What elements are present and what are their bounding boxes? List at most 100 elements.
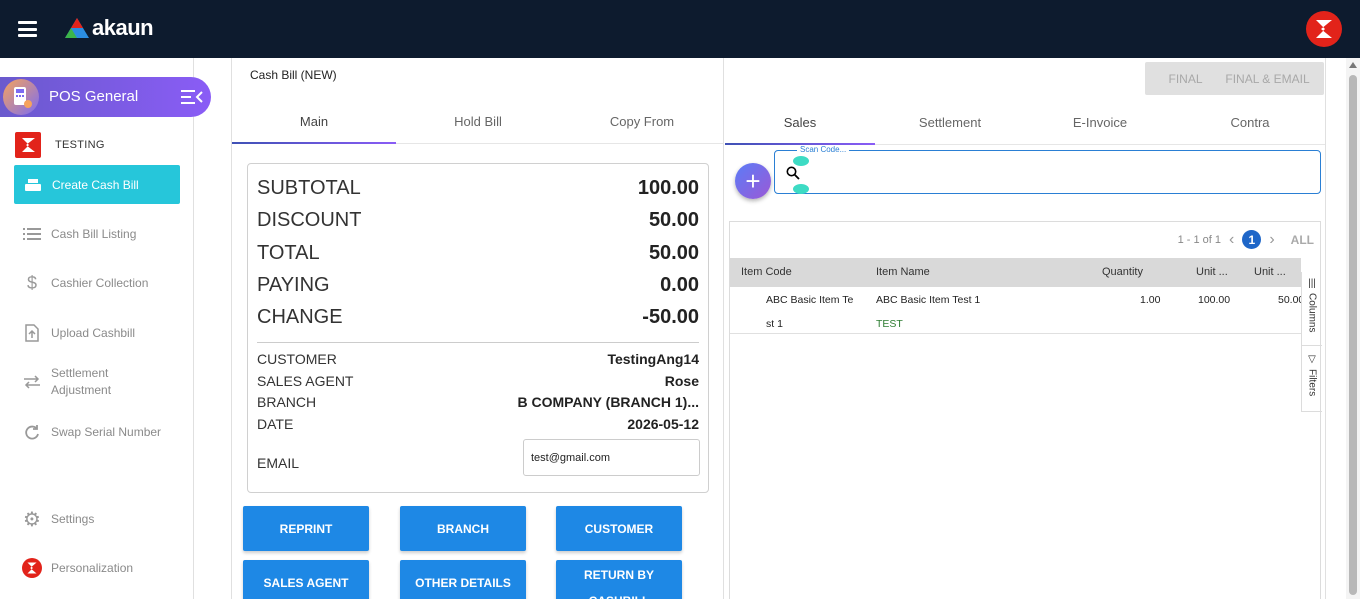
scrollbar-thumb[interactable] (1349, 75, 1357, 595)
gear-icon: ⚙ (23, 508, 41, 531)
quantity-cell: 1.00 (1140, 294, 1161, 306)
tab-contra[interactable]: Contra (1175, 108, 1325, 144)
discount-label: DISCOUNT (257, 209, 362, 231)
sidebar-item-upload-cashbill[interactable]: Upload Cashbill (22, 324, 135, 342)
filters-tool[interactable]: ▽ Filters (1302, 354, 1322, 412)
total-label: TOTAL (257, 242, 320, 264)
columns-tool-label: Columns (1306, 293, 1318, 333)
item-code-cell: st 1 (766, 318, 783, 330)
columns-icon: ||| (1308, 278, 1316, 289)
paying-label: PAYING (257, 274, 330, 296)
org-name: TESTING (55, 139, 105, 151)
other-details-button[interactable]: OTHER DETAILS (400, 560, 526, 599)
scanner-indicator-icon (793, 156, 809, 166)
user-avatar[interactable] (1306, 11, 1342, 47)
pagination: 1 - 1 of 1 ‹ 1 › ALL (1178, 230, 1314, 249)
organization[interactable]: TESTING (15, 132, 105, 158)
left-tabs: Main Hold Bill Copy From (232, 108, 724, 144)
sidebar-item-label: Settings (51, 512, 95, 526)
module-switcher[interactable]: POS General (0, 77, 211, 117)
customer-row: CUSTOMER TestingAng14 (257, 351, 699, 367)
top-app-bar: akaun (0, 0, 1360, 58)
columns-tool[interactable]: ||| Columns (1302, 278, 1322, 346)
scroll-up-icon[interactable] (1349, 62, 1357, 68)
brand-mark-icon (22, 558, 42, 578)
column-header[interactable]: Unit ... (1196, 266, 1228, 278)
subtotal-row: SUBTOTAL 100.00 (257, 177, 699, 200)
grid-header: Item Code Item Name Quantity Unit ... Un… (730, 258, 1301, 287)
sales-agent-label: SALES AGENT (257, 373, 354, 389)
branch-row: BRANCH B COMPANY (BRANCH 1)... (257, 394, 699, 410)
column-header[interactable]: Unit ... (1254, 266, 1286, 278)
unit-price-cell: 100.00 (1198, 294, 1231, 306)
add-item-button[interactable]: + (735, 163, 771, 199)
subtotal-value: 100.00 (637, 177, 699, 199)
upload-file-icon (22, 324, 42, 342)
page-range: 1 - 1 of 1 (1177, 233, 1222, 246)
customer-button[interactable]: CUSTOMER (556, 506, 682, 551)
org-logo-icon (15, 132, 41, 158)
date-value: 2026-05-12 (627, 416, 699, 432)
sales-agent-button[interactable]: SALES AGENT (243, 560, 369, 599)
sidebar-item-personalization[interactable]: Personalization (22, 558, 133, 578)
date-row: DATE 2026-05-12 (257, 416, 699, 432)
branch-button[interactable]: BRANCH (400, 506, 526, 551)
reprint-button[interactable]: REPRINT (243, 506, 369, 551)
module-name: POS General (49, 88, 139, 105)
tab-main[interactable]: Main (232, 108, 396, 144)
app-logo[interactable]: akaun (64, 15, 154, 41)
sidebar-item-swap-serial-number[interactable]: Swap Serial Number (22, 423, 161, 441)
sidebar-item-create-cash-bill[interactable]: Create Cash Bill (14, 165, 180, 204)
change-row: CHANGE -50.00 (257, 306, 699, 329)
brand-mark-icon (1316, 20, 1332, 38)
sidebar-item-label: Upload Cashbill (51, 326, 136, 340)
tab-hold-bill[interactable]: Hold Bill (396, 108, 560, 143)
paying-row: PAYING 0.00 (257, 274, 699, 297)
filter-icon: ▽ (1308, 354, 1316, 365)
swap-arrows-icon (22, 373, 42, 391)
date-label: DATE (257, 416, 294, 432)
right-tabs: Sales Settlement E-Invoice Contra (725, 108, 1325, 145)
chevron-left-icon[interactable]: ‹ (1229, 231, 1234, 249)
sales-panel: FINAL FINAL & EMAIL Sales Settlement E-I… (725, 58, 1326, 599)
sidebar-item-settings[interactable]: ⚙ Settings (22, 508, 95, 531)
change-label: CHANGE (257, 306, 343, 328)
scan-code-label: Scan Code... (797, 145, 850, 154)
table-row[interactable]: ABC Basic Item Te st 1 ABC Basic Item Te… (730, 287, 1301, 334)
chevron-right-icon[interactable]: › (1269, 231, 1274, 249)
sidebar-item-label: Cashier Collection (51, 276, 149, 290)
subtotal-label: SUBTOTAL (257, 177, 361, 199)
show-all-button[interactable]: ALL (1291, 233, 1314, 247)
tab-copy-from[interactable]: Copy From (560, 108, 724, 143)
column-header[interactable]: Quantity (1102, 266, 1143, 278)
scan-code-input[interactable]: Scan Code... (774, 145, 1321, 194)
sidebar-item-cashier-collection[interactable]: $ Cashier Collection (22, 273, 149, 293)
menu-icon[interactable] (18, 21, 37, 37)
bill-summary-card: SUBTOTAL 100.00 DISCOUNT 50.00 TOTAL 50.… (247, 163, 709, 493)
unit-discount-cell: 50.00 (1278, 294, 1301, 306)
page-number[interactable]: 1 (1242, 230, 1262, 249)
column-header[interactable]: Item Code (741, 266, 792, 278)
plus-icon: + (745, 165, 761, 196)
total-value: 50.00 (648, 242, 699, 264)
sidebar-item-cash-bill-listing[interactable]: Cash Bill Listing (22, 225, 136, 243)
tab-settlement[interactable]: Settlement (875, 108, 1025, 144)
sidebar-item-settlement-adjustment[interactable]: Settlement Adjustment (22, 365, 141, 399)
sync-icon (22, 423, 42, 441)
collapse-menu-icon[interactable] (181, 89, 203, 105)
final-and-email-button[interactable]: FINAL & EMAIL (1211, 62, 1324, 95)
akaun-logo-icon (65, 18, 89, 38)
sidebar-item-label: Settlement Adjustment (51, 366, 112, 397)
tab-sales[interactable]: Sales (725, 108, 875, 145)
scanner-indicator-icon (793, 184, 809, 194)
email-field[interactable] (523, 439, 700, 476)
filters-tool-label: Filters (1306, 369, 1318, 397)
discount-value: 50.00 (648, 209, 699, 231)
sales-agent-value: Rose (664, 373, 699, 389)
tab-e-invoice[interactable]: E-Invoice (1025, 108, 1175, 144)
return-by-cashbill-button[interactable]: RETURN BY CASHBILL (556, 560, 682, 599)
page-scrollbar[interactable] (1346, 58, 1360, 599)
list-icon (22, 225, 42, 243)
customer-value: TestingAng14 (607, 351, 699, 367)
column-header[interactable]: Item Name (876, 266, 930, 278)
